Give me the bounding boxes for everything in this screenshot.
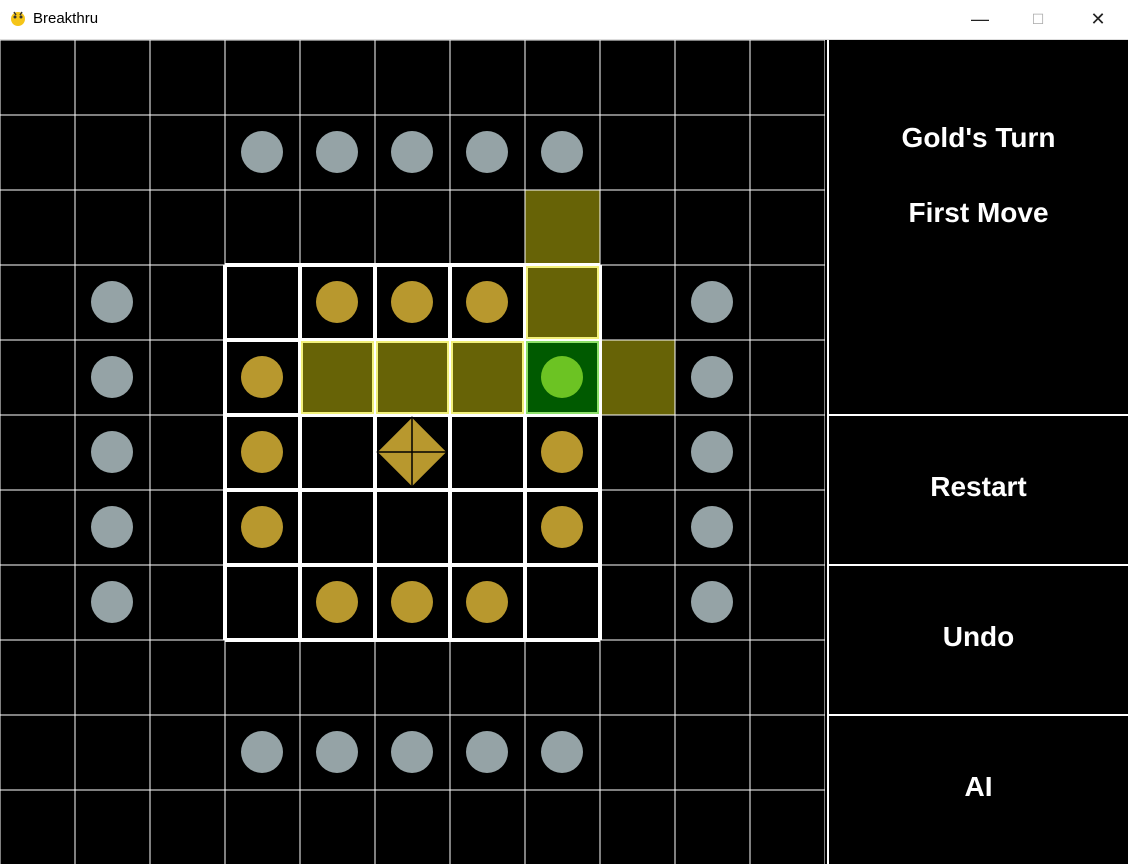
silver-piece[interactable] [316,731,358,773]
silver-piece[interactable] [91,431,133,473]
ai-label: AI [964,771,993,802]
silver-piece[interactable] [691,506,733,548]
ai-button[interactable]: AI [827,716,1128,864]
silver-piece[interactable] [541,131,583,173]
silver-piece[interactable] [316,131,358,173]
gold-piece[interactable] [466,281,508,323]
status-box: Gold's Turn First Move [827,40,1128,414]
restart-label: Restart [930,471,1027,502]
move-target-cell[interactable] [525,265,600,340]
silver-piece[interactable] [91,281,133,323]
silver-piece[interactable] [691,431,733,473]
gold-piece[interactable] [241,506,283,548]
phase-indicator: First Move [908,197,1049,228]
gold-piece[interactable] [241,356,283,398]
window-titlebar: Breakthru — ☐ ✕ [0,0,1128,40]
silver-piece[interactable] [466,131,508,173]
silver-piece[interactable] [91,581,133,623]
gold-piece[interactable] [391,581,433,623]
move-target-cell[interactable] [300,340,375,415]
close-button[interactable]: ✕ [1069,0,1127,39]
move-target-cell[interactable] [450,340,525,415]
gold-piece[interactable] [391,281,433,323]
silver-piece[interactable] [691,281,733,323]
silver-piece[interactable] [391,131,433,173]
silver-piece[interactable] [691,356,733,398]
silver-piece[interactable] [391,731,433,773]
silver-piece[interactable] [91,356,133,398]
silver-piece[interactable] [91,506,133,548]
restart-button[interactable]: Restart [827,416,1128,564]
selected-gold-piece[interactable] [541,356,583,398]
maximize-button[interactable]: ☐ [1009,0,1067,39]
gold-piece[interactable] [316,581,358,623]
game-board[interactable] [0,40,825,864]
silver-piece[interactable] [541,731,583,773]
gold-piece[interactable] [466,581,508,623]
undo-label: Undo [942,621,1015,652]
undo-button[interactable]: Undo [827,566,1128,714]
side-panel: Gold's Turn First Move Restart Undo AI [827,40,1128,864]
silver-piece[interactable] [241,731,283,773]
move-target-cell[interactable] [525,190,600,265]
silver-piece[interactable] [466,731,508,773]
move-target-cell[interactable] [375,340,450,415]
gold-piece[interactable] [541,506,583,548]
python-game-icon [11,11,25,26]
move-target-cell[interactable] [600,340,675,415]
minimize-button[interactable]: — [951,0,1009,39]
gold-piece[interactable] [541,431,583,473]
silver-piece[interactable] [241,131,283,173]
silver-piece[interactable] [691,581,733,623]
turn-indicator: Gold's Turn [901,122,1056,153]
gold-piece[interactable] [241,431,283,473]
gold-piece[interactable] [316,281,358,323]
window-title: Breakthru [33,10,99,27]
